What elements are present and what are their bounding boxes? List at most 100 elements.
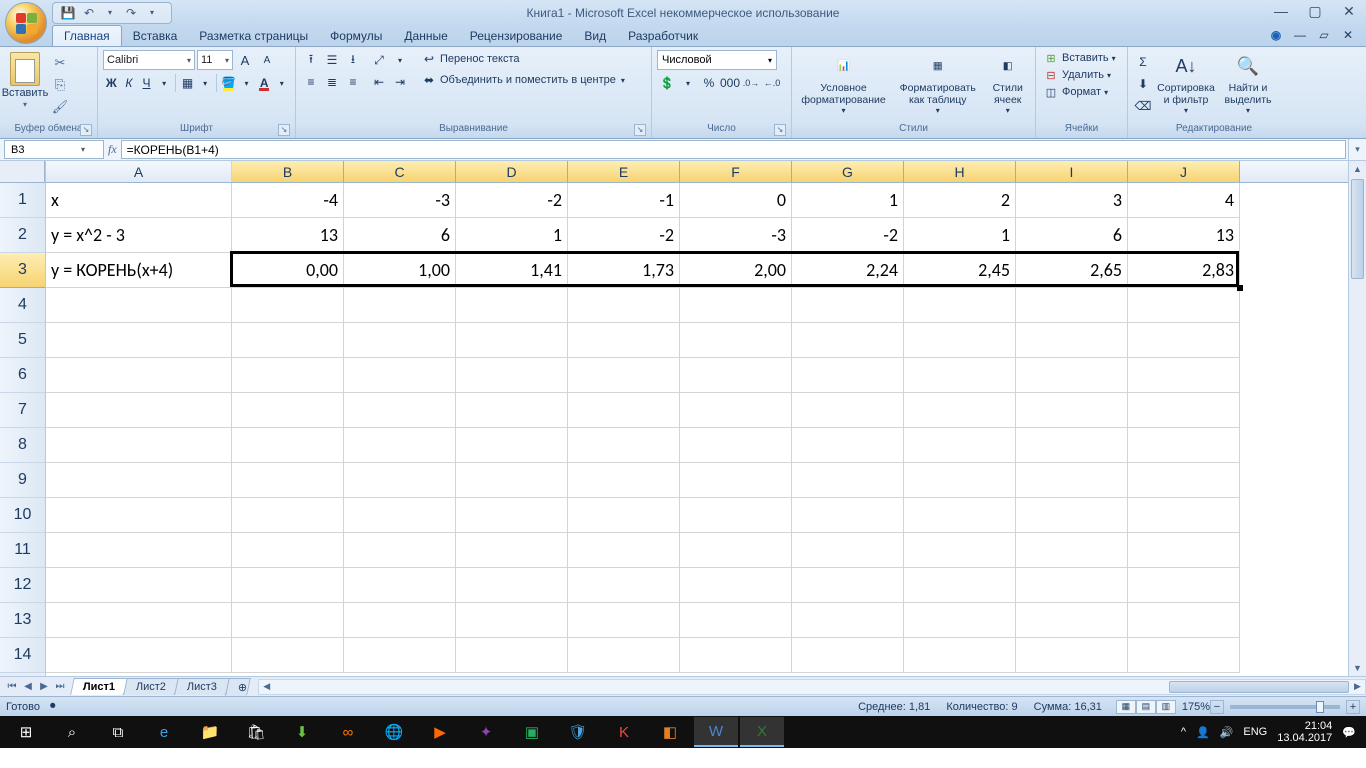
cut-icon[interactable]: ✂ [49,53,71,73]
cell-D8[interactable] [456,428,568,463]
cell-H10[interactable] [904,498,1016,533]
zoom-level[interactable]: 175% [1182,701,1210,713]
cell-D6[interactable] [456,358,568,393]
taskbar-app1-icon[interactable]: ⬇ [280,717,324,747]
minimize-button[interactable]: — [1270,2,1292,20]
row-header-2[interactable]: 2 [0,218,45,253]
horizontal-scrollbar[interactable]: ◀ ▶ [258,679,1366,695]
hscroll-thumb[interactable] [1169,681,1349,693]
taskbar-app6-icon[interactable]: 🛡 [556,717,600,747]
font-name-combo[interactable]: Calibri▾ [103,50,195,70]
cell-C3[interactable]: 1,00 [344,253,456,288]
cell-F10[interactable] [680,498,792,533]
ribbon-restore-icon[interactable]: ▱ [1316,27,1332,43]
cell-A13[interactable] [46,603,232,638]
cell-B6[interactable] [232,358,344,393]
select-all-corner[interactable] [0,161,45,183]
border-icon[interactable]: ▦ [179,73,196,93]
cell-H13[interactable] [904,603,1016,638]
name-box-dropdown-icon[interactable]: ▾ [77,145,89,154]
cell-G6[interactable] [792,358,904,393]
shrink-font-icon[interactable]: A [257,50,277,70]
zoom-knob[interactable] [1316,701,1324,713]
orientation-dropdown-icon[interactable]: ▾ [390,50,410,70]
cell-H9[interactable] [904,463,1016,498]
cell-J3[interactable]: 2,83 [1128,253,1240,288]
cell-H14[interactable] [904,638,1016,673]
cell-C2[interactable]: 6 [344,218,456,253]
delete-cells-button[interactable]: ⊟Удалить▾ [1041,67,1122,83]
cell-B9[interactable] [232,463,344,498]
cell-G11[interactable] [792,533,904,568]
sort-filter-button[interactable]: A↓ Сортировка и фильтр▾ [1157,50,1215,122]
taskbar-edge-icon[interactable]: e [142,717,186,747]
cell-F4[interactable] [680,288,792,323]
scroll-up-icon[interactable]: ▲ [1349,161,1366,177]
cell-D4[interactable] [456,288,568,323]
sheet-nav-next-icon[interactable]: ▶ [36,679,52,695]
align-left-icon[interactable]: ≡ [301,72,321,92]
fx-icon[interactable]: fx [108,142,117,157]
sheet-nav-last-icon[interactable]: ⏭ [52,679,68,695]
cell-F14[interactable] [680,638,792,673]
tab-home[interactable]: Главная [52,25,122,46]
cell-E2[interactable]: -2 [568,218,680,253]
cell-I3[interactable]: 2,65 [1016,253,1128,288]
help-icon[interactable]: ◉ [1268,27,1284,43]
cell-H8[interactable] [904,428,1016,463]
cell-J4[interactable] [1128,288,1240,323]
sheet-nav-prev-icon[interactable]: ◀ [20,679,36,695]
cell-A6[interactable] [46,358,232,393]
font-launcher[interactable]: ↘ [278,124,290,136]
qat-customize-icon[interactable]: ▾ [143,4,161,22]
cell-H1[interactable]: 2 [904,183,1016,218]
cell-G7[interactable] [792,393,904,428]
cell-G13[interactable] [792,603,904,638]
cell-I6[interactable] [1016,358,1128,393]
indent-decrease-icon[interactable]: ⇤ [369,72,389,92]
cell-J1[interactable]: 4 [1128,183,1240,218]
scroll-down-icon[interactable]: ▼ [1349,660,1366,676]
tray-people-icon[interactable]: 👤 [1196,726,1210,739]
conditional-formatting-button[interactable]: 📊 Условное форматирование▾ [797,50,890,122]
taskbar-search-icon[interactable]: ⌕ [50,717,94,747]
cell-F12[interactable] [680,568,792,603]
cell-E7[interactable] [568,393,680,428]
cell-J13[interactable] [1128,603,1240,638]
tab-review[interactable]: Рецензирование [459,26,574,46]
cell-A12[interactable] [46,568,232,603]
wrap-text-button[interactable]: ↩Перенос текста [418,50,628,68]
cell-F13[interactable] [680,603,792,638]
border-dropdown-icon[interactable]: ▾ [197,73,214,93]
cell-styles-button[interactable]: ◧ Стили ячеек▾ [985,50,1030,122]
cell-D7[interactable] [456,393,568,428]
cell-B13[interactable] [232,603,344,638]
cell-J11[interactable] [1128,533,1240,568]
cell-I4[interactable] [1016,288,1128,323]
taskbar-taskview-icon[interactable]: ⧉ [96,717,140,747]
cell-G9[interactable] [792,463,904,498]
name-box[interactable]: ▾ [4,140,104,159]
undo-icon[interactable]: ↶ [80,4,98,22]
format-painter-icon[interactable]: 🖌 [49,97,71,117]
scroll-right-icon[interactable]: ▶ [1350,680,1365,694]
cell-C6[interactable] [344,358,456,393]
cell-D13[interactable] [456,603,568,638]
cell-E11[interactable] [568,533,680,568]
cell-I11[interactable] [1016,533,1128,568]
cell-C11[interactable] [344,533,456,568]
row-header-7[interactable]: 7 [0,393,45,428]
cell-A11[interactable] [46,533,232,568]
column-header-F[interactable]: F [680,161,792,182]
cell-H6[interactable] [904,358,1016,393]
taskbar-kaspersky-icon[interactable]: K [602,717,646,747]
clear-icon[interactable]: ⌫ [1133,96,1153,116]
redo-icon[interactable]: ↷ [122,4,140,22]
taskbar-app4-icon[interactable]: ✦ [464,717,508,747]
sheet-tab-1[interactable]: Лист1 [70,678,128,695]
cell-H4[interactable] [904,288,1016,323]
cell-F1[interactable]: 0 [680,183,792,218]
column-header-H[interactable]: H [904,161,1016,182]
save-icon[interactable]: 💾 [59,4,77,22]
cell-J2[interactable]: 13 [1128,218,1240,253]
